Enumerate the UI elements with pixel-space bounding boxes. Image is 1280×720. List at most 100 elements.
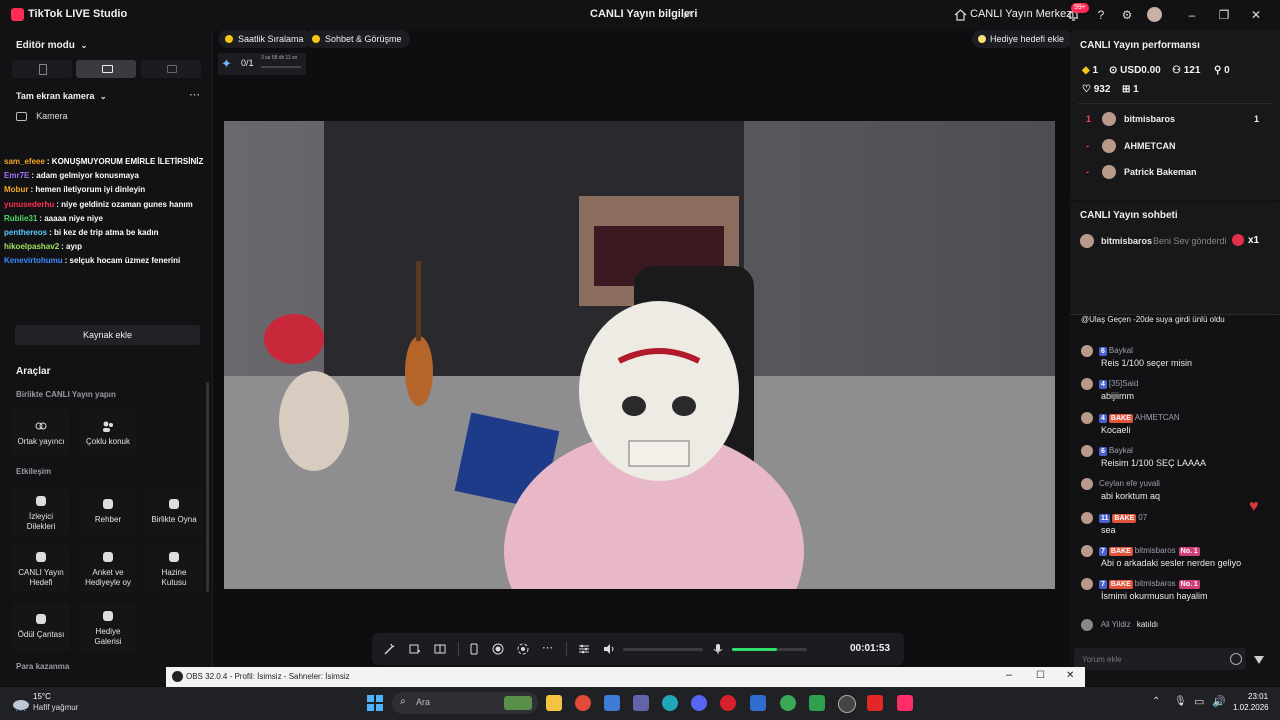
obs-window-bar[interactable]: OBS 32.0.4 - Profil: İsimsiz - Sahneler:… (166, 667, 1085, 687)
tool-treasure-box[interactable]: Hazine Kutusu (145, 543, 203, 593)
mic-slider[interactable] (732, 648, 807, 651)
tool-gift-gallery[interactable]: Hediye Galerisi (79, 602, 137, 652)
profile-avatar[interactable] (1147, 7, 1162, 22)
opera-icon[interactable] (720, 695, 736, 711)
layout-dual-button[interactable] (141, 60, 201, 78)
mail-icon[interactable] (750, 695, 766, 711)
start-button[interactable] (367, 695, 383, 711)
chat-user[interactable]: AHMETCAN (1135, 413, 1180, 422)
speaker-icon[interactable] (603, 643, 615, 655)
live-center-link[interactable]: CANLI Yayın Merkezi (970, 8, 1074, 20)
chat-user[interactable]: [35]Said (1109, 379, 1138, 388)
comment-input[interactable] (1080, 651, 1224, 667)
file-explorer-icon[interactable] (546, 695, 562, 711)
live-preview[interactable] (224, 121, 1055, 589)
ranking-row[interactable]: - Patrick Bakeman (1086, 165, 1266, 180)
chat-user[interactable]: Baykal (1109, 346, 1133, 355)
editor-mode-dropdown[interactable]: Editör modu ⌄ (16, 40, 87, 51)
xbox-icon[interactable] (809, 695, 825, 711)
discord-icon[interactable] (691, 695, 707, 711)
more-icon[interactable]: ⋯ (542, 643, 554, 655)
teams-icon[interactable] (633, 695, 649, 711)
record-icon[interactable] (492, 643, 504, 655)
obs-close-icon[interactable]: ✕ (1066, 670, 1074, 681)
tray-display-icon[interactable]: ▭ (1194, 695, 1204, 708)
weather-temp[interactable]: 15°C (33, 692, 51, 701)
tool-multi-guest[interactable]: Çoklu konuk (79, 407, 137, 457)
add-source-button[interactable]: Kaynak ekle (15, 325, 200, 345)
maximize-icon[interactable]: ❐ (1216, 8, 1232, 22)
capture-icon[interactable] (517, 643, 529, 655)
tool-play-together[interactable]: Birlikte Oyna (145, 487, 203, 537)
youtube-icon[interactable] (867, 695, 883, 711)
chat-message[interactable]: 4 BAKE AHMETCAN Kocaeli (1081, 411, 1271, 435)
tray-mic-icon[interactable]: 🎙 (1174, 696, 1187, 707)
close-icon[interactable]: ✕ (1248, 8, 1264, 22)
chat-user[interactable]: hikoelpashav2 (4, 242, 59, 251)
chat-call-pill[interactable]: Sohbet & Görüşme (305, 30, 410, 48)
send-icon[interactable] (1253, 654, 1265, 666)
hourly-ranking-pill[interactable]: Saatlik Sıralama (218, 30, 312, 48)
chat-user[interactable]: yunusederhu (4, 200, 54, 209)
tool-poll[interactable]: Anket ve Hediyeyle oy (79, 543, 137, 593)
chrome-alt-icon[interactable] (780, 695, 796, 711)
weather-desc[interactable]: Hafif yağmur (33, 703, 78, 712)
chat-user[interactable]: Baykal (1109, 446, 1133, 455)
tray-date[interactable]: 1.02.2026 (1233, 703, 1269, 712)
mixer-icon[interactable] (578, 643, 590, 655)
obs-maximize-icon[interactable]: ☐ (1036, 670, 1045, 681)
phone-icon[interactable] (468, 643, 480, 655)
chat-message[interactable]: 7 BAKE bitmisbaros No. 1 İsmimi okurmusun ha… (1081, 578, 1271, 601)
layout-portrait-button[interactable] (12, 60, 72, 78)
gift-goal-pill[interactable]: Hediye hedefi ekle (972, 30, 1073, 48)
chat-message[interactable]: 6 Baykal Reisim 1/100 SEÇ LAAAA (1081, 444, 1271, 468)
taskbar-search[interactable]: ⌕ Ara (392, 692, 538, 714)
tray-volume-icon[interactable]: 🔊 (1212, 695, 1226, 708)
chat-user[interactable]: bitmisbaros (1135, 579, 1176, 588)
chat-user[interactable]: Ceylan efe yuvali (1099, 479, 1160, 488)
minimize-icon[interactable]: – (1184, 8, 1200, 22)
emoji-icon[interactable] (1230, 653, 1242, 665)
chat-user[interactable]: Kenevirtohumu (4, 256, 63, 265)
store-icon[interactable] (604, 695, 620, 711)
goal-widget[interactable]: ✦ 0/1 3 sa 58 dk 11 sn (218, 53, 306, 75)
obs-icon[interactable] (838, 695, 856, 713)
chat-message[interactable]: Ceylan efe yuvali abi korktum aq (1081, 478, 1271, 501)
add-effect-icon[interactable] (409, 643, 421, 655)
chat-message[interactable]: 7 BAKE bitmisbaros No. 1 Abi o arkadaki sesl… (1081, 544, 1271, 568)
home-icon[interactable] (954, 8, 967, 21)
tool-wish[interactable]: İzleyici Dilekleri (12, 487, 70, 537)
microphone-icon[interactable] (712, 643, 724, 655)
layout-landscape-button[interactable] (76, 60, 136, 78)
magic-wand-icon[interactable] (383, 643, 395, 655)
tool-reward-bag[interactable]: Ödül Çantası (12, 602, 70, 652)
chat-user[interactable]: penthereos (4, 228, 47, 237)
tray-chevron-icon[interactable]: ⌃ (1152, 696, 1160, 707)
obs-minimize-icon[interactable]: – (1006, 669, 1012, 681)
gear-icon[interactable]: ⚙ (1119, 8, 1135, 22)
layout-split-icon[interactable] (434, 643, 446, 655)
chat-user[interactable]: Emr7E (4, 171, 29, 180)
chat-user[interactable]: 07 (1138, 513, 1147, 522)
source-camera[interactable]: Kamera (16, 110, 68, 124)
chrome-icon[interactable] (575, 695, 591, 711)
chat-user[interactable]: bitmisbaros (1135, 546, 1176, 555)
chat-user[interactable]: Rublie31 (4, 214, 37, 223)
chat-message[interactable]: 6 Baykal Reis 1/100 seçer misin (1081, 345, 1271, 368)
tool-co-host[interactable]: Ortak yayıncı (12, 407, 70, 457)
chat-user[interactable]: Mobur (4, 185, 28, 194)
ranking-row[interactable]: 1 bitmisbaros 1 (1086, 112, 1266, 127)
scene-dropdown[interactable]: Tam ekran kamera ⌄ (16, 91, 107, 101)
help-icon[interactable]: ? (1093, 8, 1109, 22)
edge-icon[interactable] (662, 695, 678, 711)
tiktok-studio-icon[interactable] (897, 695, 913, 711)
chat-message[interactable]: 4 [35]Said abijiimm (1081, 378, 1271, 401)
left-scrollbar[interactable] (206, 382, 209, 592)
tool-guide[interactable]: Rehber (79, 487, 137, 537)
share-icon[interactable] (682, 9, 694, 21)
chat-message[interactable]: 11 BAKE 07 sea (1081, 511, 1271, 535)
chat-user[interactable]: sam_efeee (4, 157, 45, 166)
ranking-row[interactable]: - AHMETCAN (1086, 138, 1266, 154)
tool-goal[interactable]: CANLI Yayın Hedefi (12, 543, 70, 593)
more-options-icon[interactable]: ⋯ (189, 88, 200, 101)
